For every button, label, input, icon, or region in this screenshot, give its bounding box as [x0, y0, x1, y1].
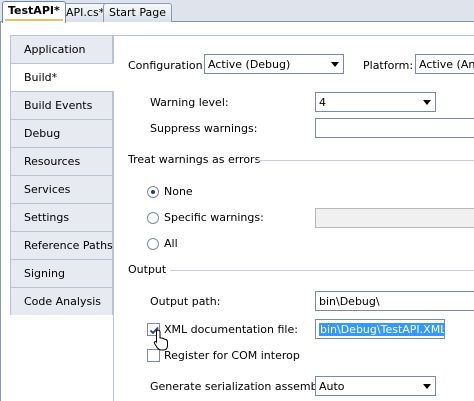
nav-item-label: Debug [24, 127, 61, 140]
nav-item-settings[interactable]: Settings [10, 203, 113, 231]
doc-tab-label: TestAPI* [8, 4, 60, 17]
doc-tab-label: Start Page [109, 6, 166, 19]
doc-tab-label: API.cs* [66, 6, 105, 19]
configuration-dropdown[interactable]: Active (Debug) [204, 54, 344, 74]
output-path-input[interactable]: bin\Debug\ [315, 291, 474, 311]
serialization-label: Generate serialization assembly: [150, 380, 331, 393]
platform-label: Platform: [363, 59, 414, 72]
warning-level-label: Warning level: [150, 96, 229, 109]
nav-item-label: Build* [24, 71, 58, 84]
active-tab-marker [5, 19, 63, 21]
nav-item-label: Services [24, 183, 71, 196]
nav-item-label: Application [24, 43, 86, 56]
nav-item-label: Build Events [24, 99, 93, 112]
suppress-warnings-label: Suppress warnings: [150, 122, 258, 135]
radio-specific-warnings[interactable] [147, 212, 159, 224]
radio-all-label: All [164, 237, 178, 250]
xml-documentation-input[interactable]: bin\Debug\TestAPI.XML [315, 319, 445, 339]
xml-documentation-value: bin\Debug\TestAPI.XML [319, 323, 444, 336]
nav-item-label: Code Analysis [24, 295, 101, 308]
output-path-label: Output path: [150, 295, 221, 308]
nav-item-resources[interactable]: Resources [10, 147, 113, 175]
property-page-nav: Application Build* Build Events Debug Re… [10, 35, 114, 401]
output-path-value: bin\Debug\ [319, 295, 380, 308]
nav-item-label: Signing [24, 267, 66, 280]
serialization-value: Auto [319, 380, 345, 393]
group-divider [170, 270, 474, 271]
suppress-warnings-input[interactable] [315, 118, 474, 138]
configuration-value: Active (Debug) [208, 58, 291, 71]
nav-item-build-events[interactable]: Build Events [10, 91, 113, 119]
platform-dropdown[interactable]: Active (Any [415, 54, 474, 74]
nav-item-build[interactable]: Build* [10, 63, 114, 91]
xml-documentation-label: XML documentation file: [164, 323, 298, 336]
nav-item-code-analysis[interactable]: Code Analysis [10, 287, 113, 315]
project-properties-page: Application Build* Build Events Debug Re… [0, 22, 474, 401]
radio-selected-dot [151, 190, 155, 194]
chevron-down-icon [423, 384, 431, 389]
nav-item-reference-paths[interactable]: Reference Paths [10, 231, 113, 259]
warning-level-value: 4 [319, 96, 326, 109]
nav-item-label: Resources [24, 155, 81, 168]
com-interop-label: Register for COM interop [164, 349, 300, 362]
chevron-down-icon [423, 100, 431, 105]
chevron-down-icon [331, 62, 339, 67]
radio-specific-warnings-label: Specific warnings: [164, 211, 264, 224]
output-heading: Output [128, 263, 167, 276]
mouse-cursor-icon [153, 329, 168, 351]
radio-none[interactable] [147, 186, 159, 198]
nav-item-services[interactable]: Services [10, 175, 113, 203]
treat-warnings-heading: Treat warnings as errors [128, 153, 261, 166]
group-divider [257, 160, 474, 161]
doc-tab-testapi[interactable]: TestAPI* [2, 1, 66, 23]
nav-item-label: Settings [24, 211, 70, 224]
radio-none-label: None [164, 185, 193, 198]
nav-item-debug[interactable]: Debug [10, 119, 113, 147]
platform-value: Active (Any [419, 58, 474, 71]
document-tab-strip: TestAPI* API.cs* Start Page [0, 0, 474, 23]
build-settings-panel: Configuration: Active (Debug) Platform: … [113, 35, 474, 401]
doc-tab-start-page[interactable]: Start Page [103, 3, 172, 22]
nav-item-application[interactable]: Application [10, 35, 113, 63]
serialization-dropdown[interactable]: Auto [315, 376, 436, 396]
nav-item-signing[interactable]: Signing [10, 259, 113, 287]
warning-level-dropdown[interactable]: 4 [315, 92, 436, 112]
specific-warnings-input [315, 208, 474, 228]
radio-all[interactable] [147, 238, 159, 250]
nav-item-label: Reference Paths [24, 239, 113, 252]
configuration-label: Configuration: [128, 59, 207, 72]
